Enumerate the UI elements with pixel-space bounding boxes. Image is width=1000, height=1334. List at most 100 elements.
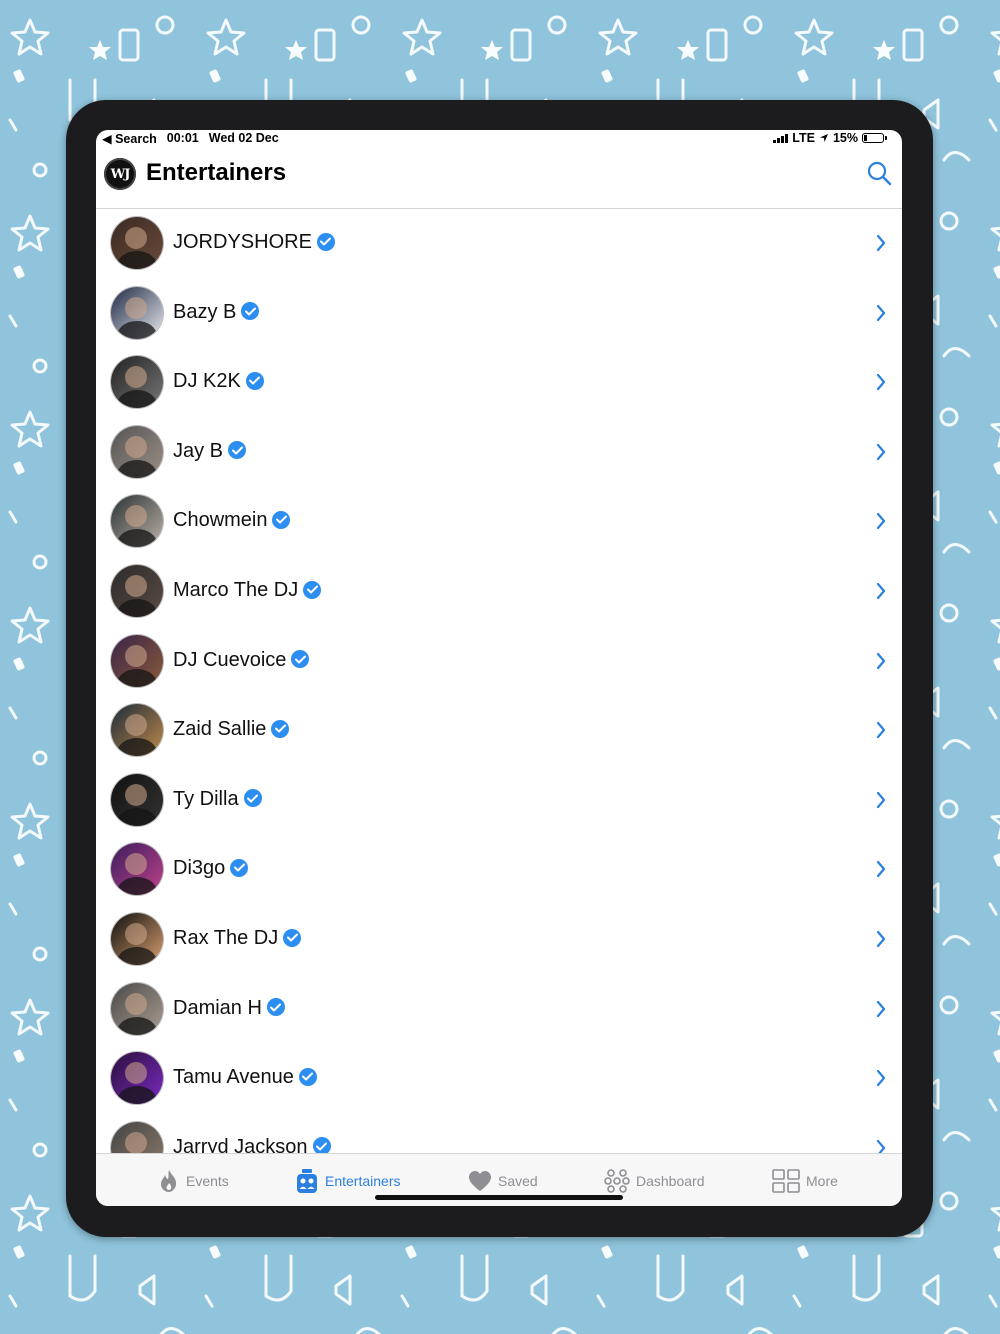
tab-events[interactable]: Events (158, 1169, 229, 1193)
chevron-right-icon (876, 513, 886, 530)
entertainer-name: JORDYSHORE (173, 231, 312, 253)
entertainer-name-group: Rax The DJ (173, 927, 302, 950)
entertainer-avatar (111, 704, 163, 757)
verified-badge-icon (272, 510, 291, 529)
entertainer-name: Jarryd Jackson (173, 1135, 308, 1154)
entertainer-name-group: Jay B (173, 439, 247, 463)
entertainer-row[interactable]: Jarryd Jackson (96, 1114, 902, 1154)
entertainer-name-group: Chowmein (173, 509, 291, 532)
logo-text: WJ (110, 166, 131, 182)
search-icon[interactable] (866, 160, 892, 186)
entertainer-row[interactable]: Jay B (96, 418, 902, 488)
entertainer-avatar (111, 1121, 163, 1154)
chevron-right-icon (876, 304, 886, 321)
chevron-right-icon (876, 1000, 886, 1017)
verified-badge-icon (245, 371, 264, 390)
verified-badge-icon (241, 302, 260, 321)
entertainer-name: Zaid Sallie (173, 718, 267, 741)
tab-entertainers[interactable]: Entertainers (295, 1169, 400, 1193)
chevron-right-icon (876, 582, 886, 600)
entertainer-row[interactable]: Marco The DJ (96, 557, 902, 627)
tab-dashboard[interactable]: Dashboard (604, 1169, 705, 1193)
entertainer-row[interactable]: DJ K2K (96, 348, 902, 418)
entertainer-avatar (111, 913, 163, 965)
entertainer-avatar (111, 286, 163, 339)
entertainers-icon (297, 1169, 317, 1193)
heart-icon (469, 1171, 491, 1191)
entertainer-name-group: DJ K2K (173, 370, 264, 393)
network-label: LTE (792, 131, 815, 145)
entertainer-name: DJ Cuevoice (173, 648, 287, 671)
entertainer-avatar (111, 356, 163, 409)
tab-events-label: Events (186, 1173, 229, 1189)
app-logo: WJ (104, 158, 136, 190)
entertainer-avatar (111, 217, 163, 269)
entertainer-name-group: JORDYSHORE (173, 231, 335, 254)
back-to-search-link[interactable]: ◀ Search (102, 131, 157, 146)
battery-percent: 15% (832, 131, 858, 145)
home-indicator (375, 1195, 623, 1200)
entertainer-avatar (111, 843, 163, 896)
entertainer-name-group: Marco The DJ (173, 579, 322, 602)
entertainer-name: Jay B (173, 439, 224, 462)
chevron-right-icon (876, 722, 886, 739)
verified-badge-icon (228, 441, 247, 460)
entertainer-name-group: Jarryd Jackson (173, 1136, 331, 1154)
entertainer-row[interactable]: Di3go (96, 835, 902, 905)
chevron-right-icon (876, 443, 886, 460)
tab-more-label: More (806, 1173, 838, 1189)
flame-icon (161, 1170, 177, 1192)
tab-dashboard-label: Dashboard (636, 1173, 705, 1189)
entertainer-row[interactable]: Zaid Sallie (96, 696, 902, 766)
verified-badge-icon (271, 719, 290, 738)
verified-badge-icon (230, 858, 249, 877)
verified-badge-icon (283, 928, 302, 947)
entertainer-row[interactable]: Chowmein (96, 487, 902, 557)
entertainer-name: Damian H (173, 996, 262, 1019)
chevron-right-icon (876, 1070, 886, 1087)
navigation-bar: WJ Entertainers (96, 146, 902, 209)
tab-saved[interactable]: Saved (468, 1169, 538, 1193)
tab-saved-label: Saved (498, 1173, 538, 1189)
entertainers-list: JORDYSHORE Bazy B DJ K2K Jay B Chowmein Marco… (96, 209, 902, 1154)
entertainer-row[interactable]: Ty Dilla (96, 766, 902, 836)
chevron-right-icon (876, 374, 886, 391)
signal-icon (773, 133, 789, 143)
verified-badge-icon (243, 789, 262, 808)
verified-badge-icon (291, 650, 310, 669)
entertainer-row[interactable]: DJ Cuevoice (96, 627, 902, 697)
entertainer-name: DJ K2K (173, 370, 241, 393)
entertainer-row[interactable]: Damian H (96, 975, 902, 1045)
tab-bar: Events Entertainers Saved Dashboard More (96, 1153, 902, 1206)
entertainer-name-group: Damian H (173, 997, 285, 1020)
app-screen: ◀ Search 00:01 Wed 02 Dec LTE 15% WJ Ent… (96, 130, 902, 1206)
grid-icon (772, 1169, 800, 1193)
page-title: Entertainers (146, 159, 287, 186)
chevron-right-icon (876, 861, 886, 878)
chevron-right-icon (876, 234, 886, 252)
location-arrow-icon (819, 134, 828, 142)
status-bar: ◀ Search 00:01 Wed 02 Dec LTE 15% (96, 130, 902, 146)
verified-badge-icon (298, 1067, 317, 1086)
entertainer-avatar (111, 773, 163, 826)
verified-badge-icon (266, 998, 285, 1017)
entertainer-avatar (111, 565, 163, 617)
entertainer-avatar (111, 425, 163, 478)
tab-entertainers-label: Entertainers (325, 1173, 401, 1189)
entertainer-avatar (111, 982, 163, 1035)
entertainer-name: Di3go (173, 857, 226, 880)
tab-more[interactable]: More (772, 1169, 838, 1193)
entertainer-name: Tamu Avenue (173, 1066, 294, 1089)
status-time: 00:01 (166, 131, 199, 145)
entertainer-name-group: Tamu Avenue (173, 1066, 317, 1089)
entertainer-name-group: Zaid Sallie (173, 718, 290, 741)
verified-badge-icon (316, 232, 335, 251)
entertainer-row[interactable]: Rax The DJ (96, 905, 902, 975)
entertainer-row[interactable]: JORDYSHORE (96, 209, 902, 279)
chevron-right-icon (876, 930, 886, 948)
entertainer-avatar (111, 495, 163, 548)
entertainer-avatar (111, 634, 163, 687)
entertainer-row[interactable]: Bazy B (96, 279, 902, 349)
entertainer-row[interactable]: Tamu Avenue (96, 1044, 902, 1114)
verified-badge-icon (312, 1137, 331, 1154)
